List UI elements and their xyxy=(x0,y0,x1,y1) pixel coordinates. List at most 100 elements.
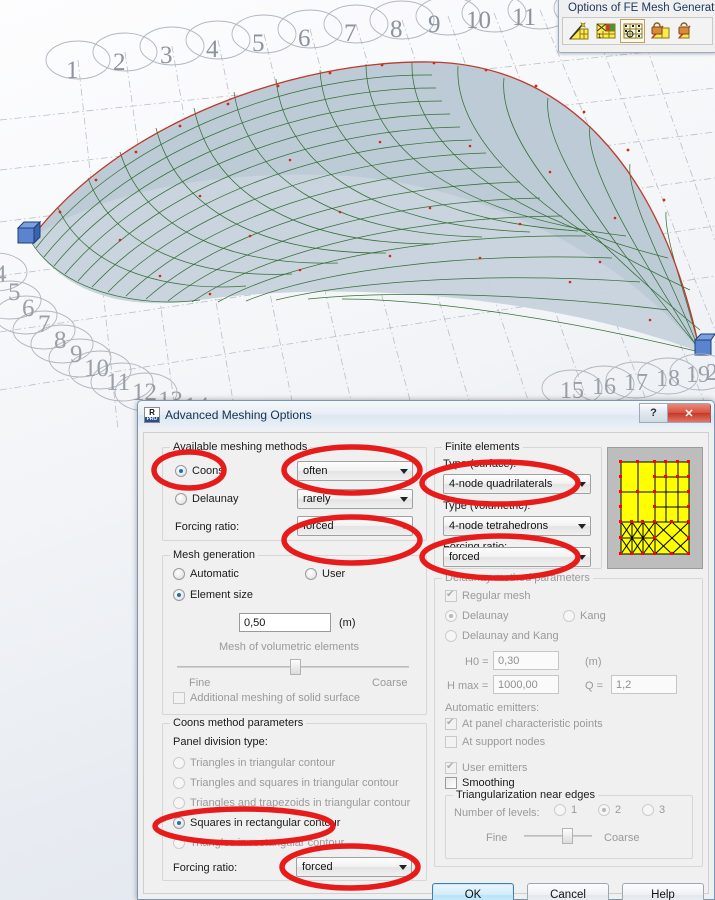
element-size-radio[interactable]: Element size xyxy=(173,589,253,601)
smoothing-checkbox[interactable]: Smoothing xyxy=(445,777,515,789)
close-icon[interactable]: ✕ xyxy=(667,403,711,423)
ok-button[interactable]: OK xyxy=(432,883,514,900)
triangles-in-rectangular-contour-radio[interactable]: Triangles in rectangular contour xyxy=(173,837,344,849)
mesh-generation-legend: Mesh generation xyxy=(170,549,258,561)
user-radio[interactable]: User xyxy=(305,568,345,580)
delaunay-parameters-legend: Delaunay method parameters xyxy=(442,572,593,584)
delaunay-method-radio[interactable]: Delaunay xyxy=(445,610,508,622)
help-button[interactable]: Help xyxy=(622,883,704,900)
slider-thumb[interactable] xyxy=(290,659,301,675)
element-size-value: 0,50 xyxy=(244,616,266,629)
q-label: Q = xyxy=(585,680,604,692)
kang-method-radio[interactable]: Kang xyxy=(563,610,606,622)
levels-3-radio[interactable]: 3 xyxy=(642,804,665,816)
chevron-down-icon[interactable] xyxy=(573,548,590,566)
help-titlebar-button[interactable]: ? xyxy=(639,403,667,423)
type-volumetric-combo[interactable]: 4-node tetrahedrons xyxy=(443,516,591,536)
delaunay-radio-label: Delaunay xyxy=(192,493,239,505)
at-support-nodes-checkbox[interactable]: At support nodes xyxy=(445,736,545,748)
lock-mesh-icon[interactable] xyxy=(647,19,672,43)
number-of-levels-label: Number of levels: xyxy=(454,807,540,819)
triangularization-slider[interactable] xyxy=(524,828,592,844)
regular-mesh-checkbox[interactable]: Regular mesh xyxy=(445,589,530,602)
coons-radio-label: Coons xyxy=(192,465,224,477)
radio-dot xyxy=(445,630,457,642)
at-support-nodes-label: At support nodes xyxy=(462,736,546,748)
chevron-down-icon[interactable] xyxy=(573,517,590,535)
chevron-down-icon[interactable] xyxy=(573,475,590,493)
at-panel-points-checkbox[interactable]: At panel characteristic points xyxy=(445,717,603,730)
delaunay-radio[interactable]: Delaunay xyxy=(175,493,238,505)
squares-in-rectangular-contour-radio[interactable]: Squares in rectangular contour xyxy=(173,817,340,829)
automatic-radio-label: Automatic xyxy=(190,568,239,580)
coons-forcing-combo[interactable]: forced xyxy=(296,857,412,877)
levels-2-radio[interactable]: 2 xyxy=(598,804,621,816)
svg-text:17: 17 xyxy=(624,370,648,396)
h0-input[interactable]: 0,30 xyxy=(493,651,559,670)
hmax-input[interactable]: 1000,00 xyxy=(493,675,559,694)
slider-track xyxy=(524,835,592,837)
h0-value: 0,30 xyxy=(498,654,520,667)
additional-meshing-checkbox[interactable]: Additional meshing of solid surface xyxy=(173,692,360,704)
delaunay-method-parameters-group: Delaunay method parameters Regular mesh … xyxy=(434,572,703,867)
volumetric-slider-label: Mesh of volumetric elements xyxy=(219,641,359,653)
h0-unit: (m) xyxy=(585,656,602,668)
delaunay-and-kang-radio[interactable]: Delaunay and Kang xyxy=(445,630,559,642)
radio-dot xyxy=(445,610,457,622)
available-methods-forcing-combo[interactable]: forced xyxy=(297,516,413,536)
coons-radio[interactable]: Coons xyxy=(175,465,224,477)
chevron-down-icon[interactable] xyxy=(395,490,412,508)
advanced-meshing-options-dialog[interactable]: R PRO Advanced Meshing Options ? ✕ Avail… xyxy=(137,400,715,900)
chevron-down-icon[interactable] xyxy=(395,462,412,480)
delaunay-frequency-value: rarely xyxy=(303,493,331,505)
element-size-radio-dot xyxy=(173,589,185,601)
triangles-and-trapezoids-in-triangular-contour-radio[interactable]: Triangles and trapezoids in triangular c… xyxy=(173,797,410,809)
element-size-radio-label: Element size xyxy=(190,589,253,601)
user-radio-dot xyxy=(305,568,317,580)
triangles-and-squares-in-triangular-contour-radio[interactable]: Triangles and squares in triangular cont… xyxy=(173,777,399,789)
slider-thumb[interactable] xyxy=(562,828,573,844)
triangles-in-triangular-contour-radio[interactable]: Triangles in triangular contour xyxy=(173,757,335,769)
dialog-title-bar[interactable]: R PRO Advanced Meshing Options ? ✕ xyxy=(138,401,714,429)
delaunay-frequency-combo[interactable]: rarely xyxy=(297,489,413,509)
q-input[interactable]: 1,2 xyxy=(611,675,677,694)
volumetric-mesh-slider[interactable] xyxy=(177,659,409,675)
finite-elements-forcing-value: forced xyxy=(449,551,480,563)
at-panel-points-box xyxy=(445,717,457,730)
mesh-freeze-icon[interactable] xyxy=(620,19,645,43)
available-methods-forcing-label: Forcing ratio: xyxy=(175,521,240,533)
type-surface-combo[interactable]: 4-node quadrilaterals xyxy=(443,474,591,494)
generate-mesh-icon[interactable] xyxy=(566,19,591,43)
svg-text:3: 3 xyxy=(160,42,173,69)
finite-elements-forcing-combo[interactable]: forced xyxy=(443,547,591,567)
svg-text:9: 9 xyxy=(70,341,83,368)
levels-1-radio[interactable]: 1 xyxy=(554,804,577,816)
svg-text:11: 11 xyxy=(106,369,130,396)
chevron-down-icon[interactable] xyxy=(394,858,411,876)
additional-meshing-label: Additional meshing of solid surface xyxy=(190,692,360,704)
radio-dot xyxy=(173,817,185,829)
svg-text:7: 7 xyxy=(38,311,51,338)
automatic-radio[interactable]: Automatic xyxy=(173,568,239,580)
element-size-input[interactable]: 0,50 xyxy=(239,613,331,632)
fe-mesh-toolbar-window[interactable]: Options of FE Mesh Generation 1 xyxy=(558,0,715,53)
coons-forcing-label: Forcing ratio: xyxy=(173,862,238,874)
option-label-2: Triangles and trapezoids in triangular c… xyxy=(190,797,411,809)
robot-pro-app-icon: R PRO xyxy=(144,407,160,423)
window-controls: ? ✕ xyxy=(639,403,711,423)
svg-text:4: 4 xyxy=(0,261,7,288)
user-emitters-checkbox[interactable]: User emitters xyxy=(445,761,527,774)
coons-frequency-combo[interactable]: often xyxy=(297,461,413,481)
hmax-label: H max = xyxy=(447,680,489,692)
available-meshing-methods-group: Available meshing methods Coons Delaunay… xyxy=(162,441,427,541)
dialog-title: Advanced Meshing Options xyxy=(165,408,312,422)
mesh-options-icon[interactable]: 1 xyxy=(593,19,618,43)
chevron-down-icon[interactable] xyxy=(395,517,412,535)
finite-elements-legend: Finite elements xyxy=(442,441,523,453)
app-icon-pro: PRO xyxy=(144,415,160,422)
svg-text:5: 5 xyxy=(8,279,21,306)
triangularization-legend: Triangularization near edges xyxy=(453,789,599,801)
unlock-mesh-icon[interactable] xyxy=(674,19,699,43)
levels-1-label: 1 xyxy=(571,804,578,816)
cancel-button[interactable]: Cancel xyxy=(527,883,609,900)
